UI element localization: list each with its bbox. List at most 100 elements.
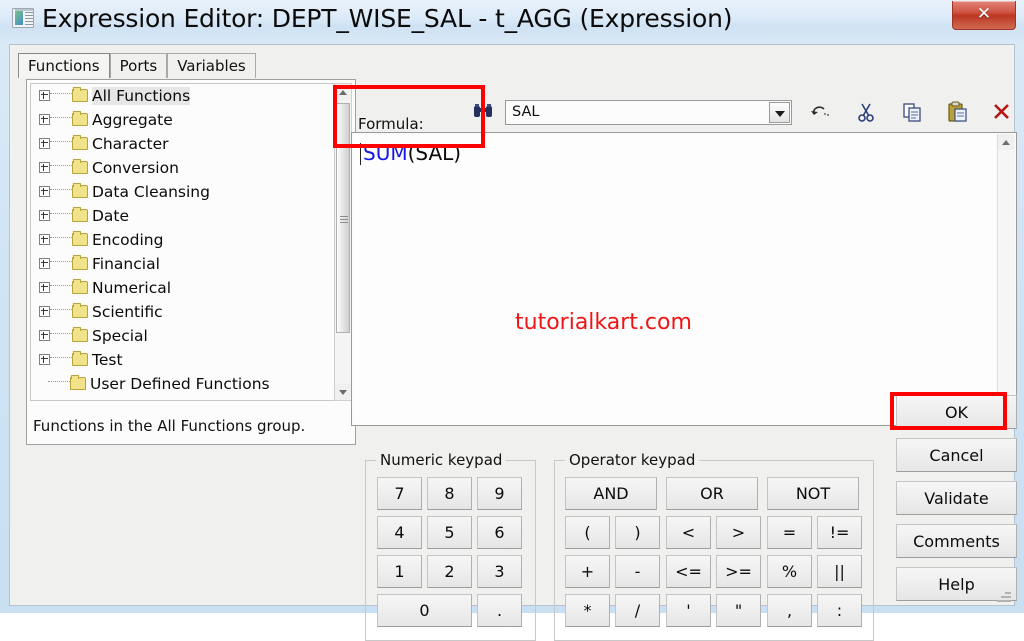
operator-keypad-title: Operator keypad [565,451,700,469]
numeric-keypad: Numeric keypad 7 8 9 4 5 6 1 2 3 0 . [365,451,536,641]
operator-key-colon[interactable]: : [817,594,862,627]
operator-key-or[interactable]: OR [666,477,758,510]
text-caret [360,143,361,165]
validate-button[interactable]: Validate [896,481,1017,515]
copy-icon[interactable] [899,100,925,124]
cut-icon[interactable] [853,100,879,124]
numeric-key-7[interactable]: 7 [377,477,422,510]
numeric-key-decimal[interactable]: . [477,594,522,627]
tree-item-aggregate[interactable]: Aggregate [31,108,334,132]
tree-item-scientific[interactable]: Scientific [31,300,334,324]
tab-ports[interactable]: Ports [109,53,168,78]
chevron-down-icon[interactable] [769,102,790,123]
tree-item-all-functions[interactable]: All Functions [31,84,334,108]
formula-label: Formula: [358,115,424,133]
folder-icon [70,374,86,390]
numeric-key-8[interactable]: 8 [427,477,472,510]
scroll-down-arrow-icon[interactable] [335,384,351,400]
numeric-key-6[interactable]: 6 [477,516,522,549]
window-client-area: Functions Ports Variables All Functions … [9,44,1017,641]
operator-key-not[interactable]: NOT [767,477,859,510]
tree-scrollbar[interactable] [334,83,352,401]
tree-item-data-cleansing[interactable]: Data Cleansing [31,180,334,204]
tree-item-encoding[interactable]: Encoding [31,228,334,252]
formula-editor-content[interactable]: SUM(SAL) [354,135,996,423]
tree-item-date[interactable]: Date [31,204,334,228]
numeric-key-3[interactable]: 3 [477,555,522,588]
cancel-button[interactable]: Cancel [896,438,1017,472]
expression-editor-window: Expression Editor: DEPT_WISE_SAL - t_AGG… [0,0,1024,641]
resize-grip-icon[interactable] [997,588,1011,602]
expand-plus-icon[interactable] [39,305,50,317]
tree-item-numerical[interactable]: Numerical [31,276,334,300]
expand-plus-icon[interactable] [39,233,50,245]
tree-item-character[interactable]: Character [31,132,334,156]
operator-key-multiply[interactable]: * [565,594,610,627]
comments-button[interactable]: Comments [896,524,1017,558]
numeric-key-4[interactable]: 4 [377,516,422,549]
operator-key-plus[interactable]: + [565,555,610,588]
operator-key-less-equal[interactable]: <= [666,555,711,588]
expand-plus-icon[interactable] [39,89,50,101]
operator-key-comma[interactable]: , [767,594,812,627]
tree-item-financial[interactable]: Financial [31,252,334,276]
operator-key-greater-than[interactable]: > [716,516,761,549]
operator-key-single-quote[interactable]: ' [666,594,711,627]
expand-plus-icon[interactable] [39,281,50,293]
tree-item-test[interactable]: Test [31,348,334,372]
expand-plus-icon[interactable] [39,137,50,149]
numeric-key-2[interactable]: 2 [427,555,472,588]
expand-plus-icon[interactable] [39,209,50,221]
scroll-up-arrow-icon[interactable] [335,84,351,100]
scroll-up-arrow-icon[interactable] [998,134,1014,150]
paste-icon[interactable] [945,100,971,124]
expand-plus-icon[interactable] [39,353,50,365]
undo-icon[interactable] [807,100,833,124]
function-category-tree[interactable]: All Functions Aggregate Character Conver… [30,83,335,401]
operator-key-percent[interactable]: % [767,555,812,588]
expand-plus-icon[interactable] [39,329,50,341]
expand-plus-icon[interactable] [39,185,50,197]
close-button[interactable]: ✕ [952,1,1016,30]
tree-item-conversion[interactable]: Conversion [31,156,334,180]
binoculars-icon[interactable] [473,103,493,119]
numeric-key-1[interactable]: 1 [377,555,422,588]
operator-key-greater-equal[interactable]: >= [716,555,761,588]
operator-key-less-than[interactable]: < [666,516,711,549]
operator-key-close-paren[interactable]: ) [615,516,660,549]
operator-key-not-equals[interactable]: != [817,516,862,549]
tab-variables[interactable]: Variables [167,53,256,78]
scrollbar-grip-icon [340,216,348,225]
tree-scrollbar-thumb[interactable] [336,103,350,333]
folder-icon [72,158,88,174]
tree-item-user-defined-functions[interactable]: User Defined Functions [31,372,334,396]
window-title: Expression Editor: DEPT_WISE_SAL - t_AGG… [42,4,733,33]
folder-icon [72,278,88,294]
expand-plus-icon[interactable] [39,161,50,173]
formula-scrollbar[interactable] [997,134,1015,424]
folder-icon [72,206,88,222]
tree-item-special[interactable]: Special [31,324,334,348]
expand-plus-icon[interactable] [39,113,50,125]
operator-key-minus[interactable]: - [615,555,660,588]
operator-key-divide[interactable]: / [615,594,660,627]
expand-plus-icon[interactable] [39,257,50,269]
operator-key-concat[interactable]: || [817,555,862,588]
formula-editor[interactable]: SUM(SAL) [351,132,1017,426]
ok-button[interactable]: OK [896,395,1017,429]
folder-icon [72,302,88,318]
delete-icon[interactable] [989,100,1015,124]
folder-icon [72,110,88,126]
operator-key-and[interactable]: AND [565,477,657,510]
operator-key-open-paren[interactable]: ( [565,516,610,549]
operator-key-equals[interactable]: = [767,516,812,549]
numeric-key-9[interactable]: 9 [477,477,522,510]
folder-icon [72,86,88,102]
port-select[interactable]: SAL [505,100,792,125]
folder-icon [72,230,88,246]
numeric-key-5[interactable]: 5 [427,516,472,549]
numeric-key-0[interactable]: 0 [377,594,472,627]
operator-key-double-quote[interactable]: " [716,594,761,627]
tab-functions[interactable]: Functions [18,53,110,78]
folder-icon [72,182,88,198]
